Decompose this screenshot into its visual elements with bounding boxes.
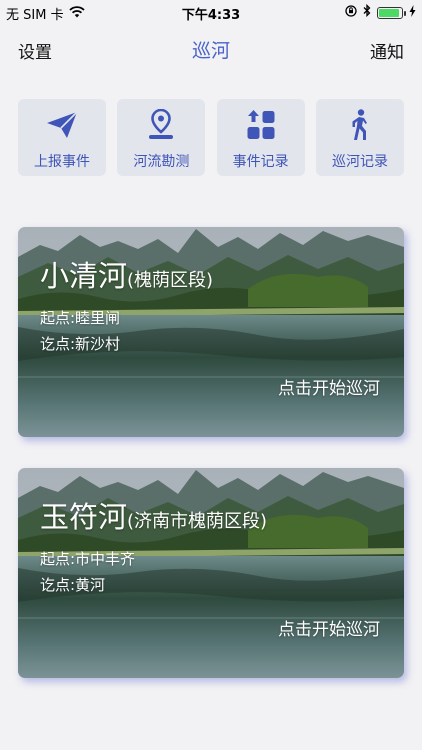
bluetooth-icon [363,3,371,21]
end-point: 讫点:新沙村 [40,335,121,353]
battery-icon [377,6,406,19]
river-card[interactable]: 小清河(槐荫区段) 起点:睦里闸 讫点:新沙村 点击开始巡河 [18,227,404,437]
patrol-records-button[interactable]: 巡河记录 [315,99,404,176]
status-bar: 无 SIM 卡 下午4:33 [0,0,422,24]
river-section: (济南市槐荫区段) [127,511,268,532]
river-card-content: 小清河(槐荫区段) 起点:睦里闸 讫点:新沙村 点击开始巡河 [18,227,404,437]
navigation-bar: 设置 巡河 通知 [0,28,422,68]
river-name: 小清河 [40,259,128,293]
page-title: 巡河 [191,40,230,62]
patrol-records-label: 巡河记录 [331,154,388,170]
apps-grid-icon [245,109,277,141]
battery-level [379,8,400,17]
quick-actions: 上报事件 河流勘测 事件记录 巡河记录 [18,99,404,176]
status-right [345,3,416,21]
notifications-button[interactable]: 通知 [370,38,404,63]
river-card-content: 玉符河(济南市槐荫区段) 起点:市中丰齐 讫点:黄河 点击开始巡河 [18,468,404,678]
start-patrol-button[interactable]: 点击开始巡河 [278,615,380,640]
charging-icon [409,4,416,21]
rotation-lock-icon [345,4,357,21]
start-point: 起点:睦里闸 [40,309,121,327]
paper-plane-icon [46,109,78,141]
report-event-button[interactable]: 上报事件 [18,99,106,176]
report-event-label: 上报事件 [34,154,90,170]
river-title: 小清河(槐荫区段) [40,253,213,295]
river-survey-label: 河流勘测 [133,154,190,170]
start-patrol-button[interactable]: 点击开始巡河 [278,374,380,399]
location-pin-icon [145,109,177,141]
river-name: 玉符河 [40,500,128,534]
start-point: 起点:市中丰齐 [40,550,136,568]
river-card[interactable]: 玉符河(济南市槐荫区段) 起点:市中丰齐 讫点:黄河 点击开始巡河 [18,468,404,678]
end-point: 讫点:黄河 [40,576,106,594]
river-section: (槐荫区段) [127,270,214,291]
walking-person-icon [344,109,376,141]
event-records-label: 事件记录 [232,154,289,170]
river-survey-button[interactable]: 河流勘测 [117,99,206,176]
event-records-button[interactable]: 事件记录 [216,99,305,176]
river-title: 玉符河(济南市槐荫区段) [40,494,267,536]
